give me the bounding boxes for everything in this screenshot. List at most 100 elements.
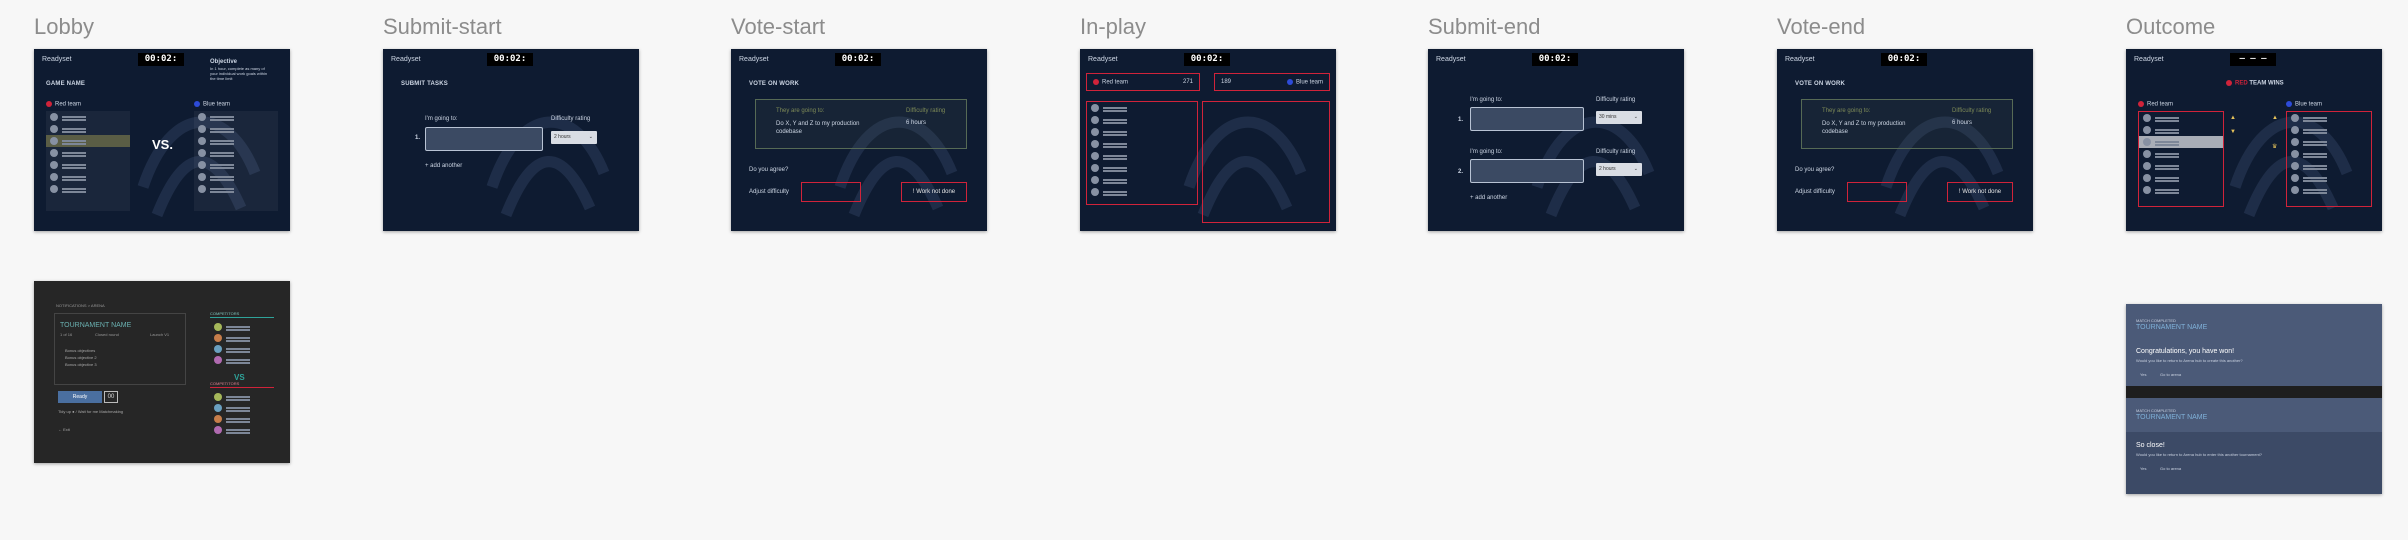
list-item[interactable]	[1087, 126, 1197, 138]
task-input[interactable]	[1470, 107, 1584, 131]
avatar	[2143, 150, 2151, 158]
adjust-input[interactable]	[1847, 182, 1907, 202]
list-item[interactable]	[210, 332, 270, 343]
outcome-artboard[interactable]: Readyset — — — RED TEAM WINS Red team Bl…	[2126, 49, 2382, 231]
list-item[interactable]	[210, 413, 270, 424]
list-item[interactable]	[46, 183, 130, 195]
list-item[interactable]	[2287, 112, 2371, 124]
list-item[interactable]	[194, 147, 278, 159]
list-item[interactable]	[46, 135, 130, 147]
upvote-arrow-icon[interactable]: ▲	[2272, 115, 2278, 121]
list-item[interactable]	[210, 402, 270, 413]
go-to-arena-button-2[interactable]: Go to arena	[2160, 466, 2181, 471]
avatar	[50, 185, 58, 193]
bullet-2: Bonus objective 3	[65, 362, 97, 367]
task-input-2[interactable]	[1470, 159, 1584, 183]
count-box: 00	[104, 391, 118, 403]
chevron-down-icon: ⌄	[1633, 166, 1638, 172]
list-item[interactable]	[194, 111, 278, 123]
list-item[interactable]	[1087, 138, 1197, 150]
list-item[interactable]	[2287, 160, 2371, 172]
list-item[interactable]	[2139, 112, 2223, 124]
lobby-artboard[interactable]: Readyset 00:02: GAME NAME Objective In 1…	[34, 49, 290, 231]
list-item[interactable]	[194, 123, 278, 135]
red-score-panel: Red team 271	[1086, 73, 1200, 91]
difficulty-label: Difficulty rating	[551, 116, 591, 122]
list-item[interactable]	[1087, 162, 1197, 174]
red-team-label: Red team	[2138, 101, 2173, 108]
task-number: 1.	[1458, 117, 1464, 123]
vote-start-artboard[interactable]: Readyset 00:02: VOTE ON WORK They are go…	[731, 49, 987, 231]
list-item[interactable]	[46, 123, 130, 135]
exit-link[interactable]: ← Exit	[58, 427, 70, 432]
match-completed-artboard[interactable]: MATCH COMPLETED TOURNAMENT NAME Congratu…	[2126, 304, 2382, 494]
list-item[interactable]	[194, 171, 278, 183]
list-item[interactable]	[194, 183, 278, 195]
list-item[interactable]	[2287, 124, 2371, 136]
list-item[interactable]	[210, 354, 270, 365]
avatar	[2291, 126, 2299, 134]
yes-button[interactable]: Yes	[2140, 372, 2147, 377]
add-another-link[interactable]: + add another	[425, 163, 462, 169]
difficulty-select-2[interactable]: 2 hours ⌄	[1596, 163, 1642, 176]
timer-placeholder: — — —	[2230, 53, 2276, 66]
add-another-link[interactable]: + add another	[1470, 195, 1507, 201]
submit-end-artboard[interactable]: Readyset 00:02: I'm going to: Difficulty…	[1428, 49, 1684, 231]
work-not-done-button[interactable]: ! Work not done	[901, 182, 967, 202]
list-item[interactable]	[1087, 114, 1197, 126]
list-item[interactable]	[2139, 124, 2223, 136]
vote-end-artboard[interactable]: Readyset 00:02: VOTE ON WORK They are go…	[1777, 49, 2033, 231]
list-item[interactable]	[2287, 184, 2371, 196]
list-item[interactable]	[210, 391, 270, 402]
task-text: Do X, Y and Z to my production codebase	[1822, 121, 1906, 135]
blue-team-list	[2286, 111, 2372, 207]
ready-button[interactable]: Ready	[58, 391, 102, 403]
upvote-arrow-icon[interactable]: ▲	[2230, 115, 2236, 121]
list-item[interactable]	[210, 321, 270, 332]
downvote-arrow-icon[interactable]: ▼	[2230, 129, 2236, 135]
list-item[interactable]	[2139, 160, 2223, 172]
avatar	[2291, 186, 2299, 194]
list-item[interactable]	[2139, 172, 2223, 184]
task-input[interactable]	[425, 127, 543, 151]
list-item[interactable]	[2139, 148, 2223, 160]
avatar	[198, 173, 206, 181]
list-item[interactable]	[2139, 184, 2223, 196]
timer: 00:02:	[138, 53, 184, 66]
list-item[interactable]	[210, 343, 270, 354]
list-item[interactable]	[210, 424, 270, 435]
avatar	[214, 344, 222, 353]
task-number-2: 2.	[1458, 169, 1464, 175]
avatar	[198, 149, 206, 157]
list-item[interactable]	[1087, 186, 1197, 198]
list-item[interactable]	[194, 159, 278, 171]
list-item[interactable]	[1087, 150, 1197, 162]
go-to-arena-button[interactable]: Go to arena	[2160, 372, 2181, 377]
tournament-artboard[interactable]: NOTIFICATIONS > ARENA TOURNAMENT NAME 1 …	[34, 281, 290, 463]
frame-title: In-play	[1080, 14, 1147, 39]
list-item[interactable]	[46, 171, 130, 183]
list-item[interactable]	[46, 159, 130, 171]
list-item[interactable]	[2287, 148, 2371, 160]
list-item[interactable]	[2139, 136, 2223, 148]
difficulty-select[interactable]: 30 mins ⌄	[1596, 111, 1642, 124]
red-score-text: Red team	[1102, 79, 1129, 86]
difficulty-select[interactable]: 2 hours ⌄	[551, 131, 597, 144]
list-item[interactable]	[1087, 174, 1197, 186]
list-item[interactable]	[1087, 102, 1197, 114]
list-item[interactable]	[2287, 136, 2371, 148]
submit-start-artboard[interactable]: Readyset 00:02: SUBMIT TASKS I'm going t…	[383, 49, 639, 231]
list-item[interactable]	[46, 147, 130, 159]
adjust-input[interactable]	[801, 182, 861, 202]
yes-button-2[interactable]: Yes	[2140, 466, 2147, 471]
avatar	[1091, 152, 1099, 160]
work-not-done-button[interactable]: ! Work not done	[1947, 182, 2013, 202]
list-item[interactable]	[194, 135, 278, 147]
list-item[interactable]	[2287, 172, 2371, 184]
list-item[interactable]	[46, 111, 130, 123]
frame-title: Lobby	[34, 14, 94, 39]
col-going-to: They are going to:	[776, 108, 825, 114]
avatar	[1091, 128, 1099, 136]
avatar	[2143, 174, 2151, 182]
in-play-artboard[interactable]: Readyset 00:02: Red team 271 189 Blue te…	[1080, 49, 1336, 231]
